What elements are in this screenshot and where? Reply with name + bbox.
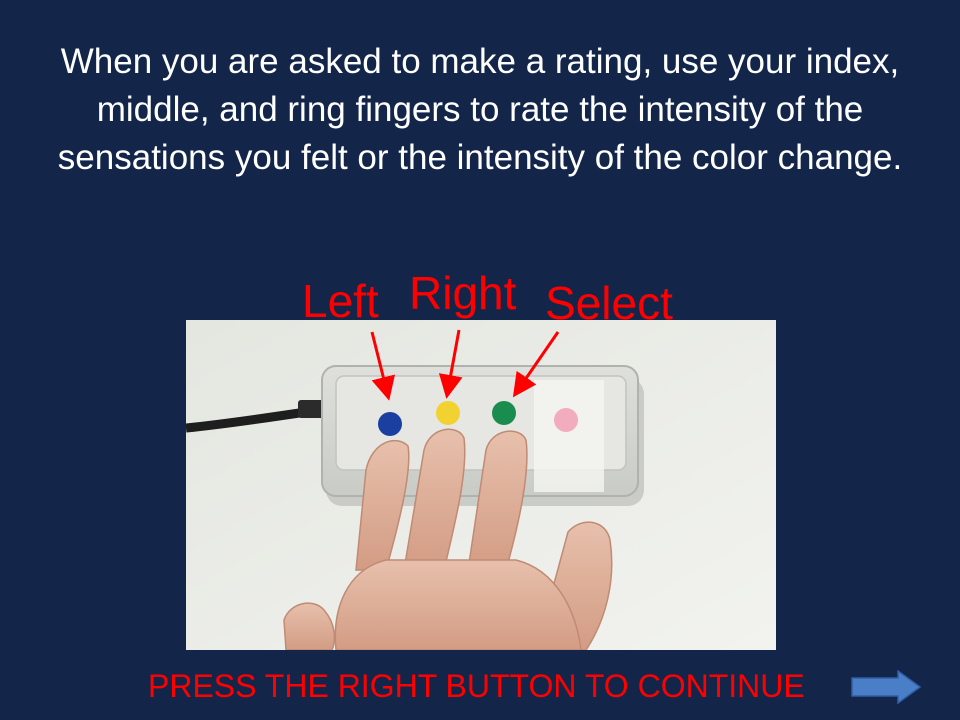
right-label: Right <box>409 267 517 319</box>
response-box-photo <box>186 320 776 650</box>
left-label: Left <box>302 275 379 327</box>
right-arrow-icon[interactable] <box>850 670 922 704</box>
yellow-button <box>436 401 460 425</box>
instruction-slide: When you are asked to make a rating, use… <box>0 0 960 720</box>
blue-button <box>378 412 402 436</box>
pink-button <box>554 408 578 432</box>
continue-prompt: PRESS THE RIGHT BUTTON TO CONTINUE <box>148 668 805 704</box>
instruction-text: When you are asked to make a rating, use… <box>57 42 903 177</box>
green-button <box>492 401 516 425</box>
